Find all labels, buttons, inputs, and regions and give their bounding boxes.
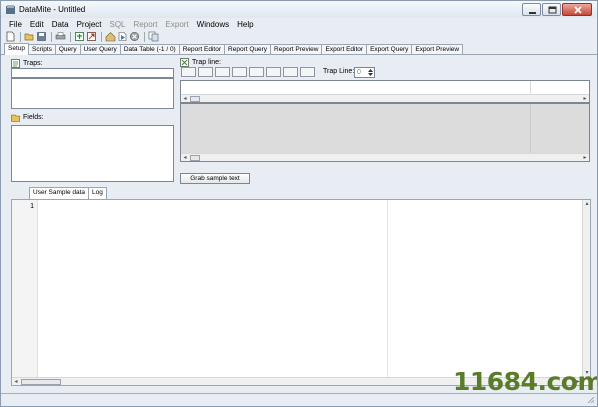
trap-fields-column-divider (530, 104, 531, 153)
editor-vertical-scrollbar[interactable]: ▴ ▾ (582, 200, 590, 377)
bottom-tabs: User Sample data Log (29, 187, 107, 199)
maximize-icon (548, 6, 557, 14)
toolbar (1, 30, 597, 43)
maximize-button[interactable] (542, 3, 561, 16)
trap-line-column-divider (530, 81, 531, 94)
menu-bar: File Edit Data Project SQL Report Export… (1, 18, 597, 30)
resize-grip-icon[interactable] (587, 396, 595, 404)
window-title: DataMite - Untitled (19, 5, 86, 14)
line-number-gutter: 1 (12, 200, 38, 377)
trap-option-button-3[interactable] (215, 67, 230, 77)
toolbar-separator (144, 31, 145, 42)
line-number: 1 (30, 203, 34, 210)
print-icon[interactable] (55, 31, 66, 42)
scroll-thumb[interactable] (190, 155, 200, 161)
traps-header: Traps: (11, 59, 43, 68)
fields-header: Fields: (11, 113, 44, 122)
trap-fields-grid[interactable]: ◂ ▸ (180, 103, 590, 162)
menu-windows[interactable]: Windows (193, 20, 233, 29)
tab-setup[interactable]: Setup (4, 43, 29, 55)
trap-option-button-1[interactable] (181, 67, 196, 77)
minimize-icon (529, 12, 536, 14)
close-button[interactable] (562, 3, 592, 16)
toolbar-separator (20, 31, 21, 42)
scroll-left-icon[interactable]: ◂ (181, 154, 189, 162)
grab-sample-text-button[interactable]: Grab sample text (180, 173, 250, 184)
trap-option-button-4[interactable] (232, 67, 247, 77)
toolbar-separator (51, 31, 52, 42)
new-icon[interactable] (5, 31, 16, 42)
toolbar-separator (70, 31, 71, 42)
trap-line-header: Trap line: (180, 58, 221, 67)
fields-icon (11, 114, 20, 122)
tab-user-sample-data[interactable]: User Sample data (29, 187, 90, 199)
menu-help[interactable]: Help (233, 20, 257, 29)
minimize-button[interactable] (522, 3, 541, 16)
traps-icon (11, 59, 20, 68)
scroll-thumb[interactable] (21, 379, 61, 385)
menu-export[interactable]: Export (162, 20, 193, 29)
scroll-left-icon[interactable]: ◂ (12, 378, 20, 386)
watermark: 11684.com (453, 367, 598, 396)
trap-option-button-5[interactable] (249, 67, 264, 77)
tab-divider (1, 54, 597, 55)
traps-label: Traps: (23, 60, 43, 67)
trap-line-horizontal-scrollbar[interactable]: ◂ ▸ (181, 94, 589, 102)
export-icon[interactable] (86, 31, 97, 42)
trap-line-icon (180, 58, 189, 67)
spinner-arrows-icon[interactable] (367, 68, 374, 77)
menu-sql[interactable]: SQL (106, 20, 130, 29)
trap-line-spinner[interactable]: 0 (354, 67, 375, 78)
import-icon[interactable] (74, 31, 85, 42)
close-icon (574, 6, 582, 14)
run-icon[interactable] (117, 31, 128, 42)
stop-icon[interactable] (129, 31, 140, 42)
menu-edit[interactable]: Edit (26, 20, 48, 29)
title-bar: DataMite - Untitled (1, 1, 597, 18)
scroll-right-icon[interactable]: ▸ (581, 95, 589, 103)
app-window: DataMite - Untitled File Edit Data Proje… (0, 0, 598, 407)
trap-option-button-2[interactable] (198, 67, 213, 77)
app-icon (6, 5, 15, 14)
menu-project[interactable]: Project (73, 20, 106, 29)
menu-report[interactable]: Report (130, 20, 162, 29)
save-icon[interactable] (36, 31, 47, 42)
trap-fields-horizontal-scrollbar[interactable]: ◂ ▸ (181, 153, 589, 161)
scroll-up-icon[interactable]: ▴ (583, 200, 591, 208)
fields-list[interactable] (11, 125, 174, 182)
tab-log[interactable]: Log (88, 187, 107, 199)
trap-line-text-view[interactable]: ◂ ▸ (180, 80, 590, 103)
trap-name-input[interactable] (11, 68, 174, 78)
traps-list[interactable] (11, 78, 174, 109)
trap-line-field-label: Trap Line: (323, 68, 355, 75)
scroll-thumb[interactable] (190, 96, 200, 102)
sample-data-editor[interactable]: 1 ▴ ▾ ◂ ▸ (11, 199, 591, 386)
trap-line-section-label: Trap line: (192, 59, 221, 66)
menu-file[interactable]: File (5, 20, 26, 29)
copy-icon[interactable] (148, 31, 159, 42)
trap-line-value: 0 (357, 69, 361, 76)
trap-option-button-8[interactable] (300, 67, 315, 77)
scroll-left-icon[interactable]: ◂ (181, 95, 189, 103)
trap-option-button-7[interactable] (283, 67, 298, 77)
home-icon[interactable] (105, 31, 116, 42)
trap-option-button-6[interactable] (266, 67, 281, 77)
fields-label: Fields: (23, 114, 44, 121)
editor-margin-line (387, 200, 388, 377)
scroll-right-icon[interactable]: ▸ (581, 154, 589, 162)
menu-data[interactable]: Data (48, 20, 73, 29)
open-icon[interactable] (24, 31, 35, 42)
toolbar-separator (101, 31, 102, 42)
